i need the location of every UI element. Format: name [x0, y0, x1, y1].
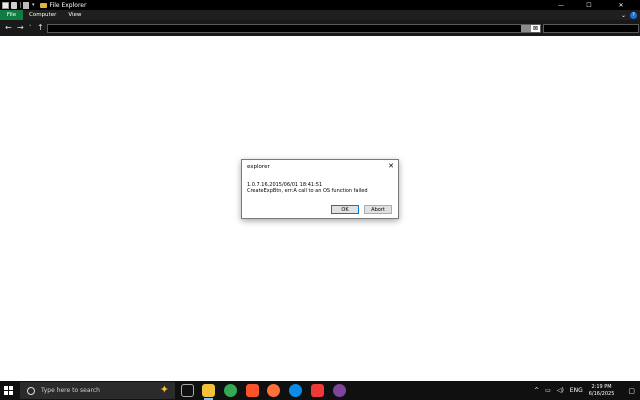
folder-icon: [39, 2, 47, 8]
undo-icon[interactable]: [23, 1, 29, 9]
back-button[interactable]: ←: [5, 24, 12, 32]
start-button[interactable]: [4, 386, 13, 395]
refresh-icon: ⊠: [532, 25, 539, 32]
clock[interactable]: 2:19 PM 6/16/2025: [589, 384, 615, 398]
properties-icon[interactable]: [2, 1, 9, 9]
vivaldi-icon[interactable]: [311, 384, 324, 397]
new-folder-icon[interactable]: [11, 1, 17, 9]
clock-time: 2:19 PM: [591, 383, 612, 390]
search-highlight-sparkle-icon[interactable]: ✦: [160, 384, 169, 396]
system-tray: ^ ▭ ◁) ENG 2:19 PM 6/16/2025 ▢: [534, 381, 640, 400]
firefox-icon[interactable]: [267, 384, 280, 397]
ribbon-tabs: File Computer View ⌄ ?: [0, 10, 640, 20]
expand-ribbon-chevron-icon[interactable]: ⌄: [621, 12, 626, 19]
ok-button[interactable]: OK: [331, 205, 359, 214]
network-icon[interactable]: ▭: [545, 387, 551, 394]
window-title: File Explorer: [49, 1, 87, 9]
close-window-button[interactable]: ✕: [608, 0, 634, 10]
taskbar: Type here to search ✦ ^ ▭ ◁) ENG 2:19 PM…: [0, 381, 640, 400]
tor-browser-icon[interactable]: [333, 384, 346, 397]
tab-view[interactable]: View: [62, 10, 87, 20]
windows-logo-icon: [4, 386, 8, 390]
abort-button[interactable]: Abort: [364, 205, 392, 214]
language-indicator[interactable]: ENG: [570, 387, 583, 394]
tab-computer[interactable]: Computer: [23, 10, 62, 20]
edge-icon[interactable]: [289, 384, 302, 397]
brave-icon[interactable]: [246, 384, 259, 397]
help-icon[interactable]: ?: [630, 11, 637, 19]
dialog-title: explorer: [247, 164, 270, 170]
task-view-icon[interactable]: [181, 384, 194, 397]
minimize-button[interactable]: —: [548, 0, 574, 10]
folder-search-input[interactable]: [543, 24, 639, 33]
recent-locations-icon[interactable]: ˅: [29, 24, 32, 32]
chrome-icon[interactable]: [224, 384, 237, 397]
search-icon: [27, 386, 35, 395]
clock-date: 6/16/2025: [588, 390, 615, 397]
taskbar-search[interactable]: Type here to search ✦: [20, 382, 175, 399]
address-bar[interactable]: [47, 24, 541, 33]
notification-icon[interactable]: ▢: [628, 387, 635, 395]
refresh-button[interactable]: ⊠: [531, 25, 540, 32]
dialog-close-button[interactable]: ✕: [388, 162, 394, 170]
address-dropdown-button[interactable]: [521, 25, 531, 32]
volume-icon[interactable]: ◁): [557, 387, 564, 394]
up-button[interactable]: ↑: [37, 24, 44, 32]
file-explorer-icon[interactable]: [202, 384, 215, 400]
error-dialog: explorer ✕ 1.0.7.16,2015/06/01 18:41:51 …: [241, 159, 399, 219]
tab-file[interactable]: File: [0, 10, 23, 20]
show-hidden-icons-chevron[interactable]: ^: [534, 387, 539, 394]
title-bar: ▾ File Explorer — ☐ ✕: [0, 0, 640, 10]
dialog-error-text: CreateExpBtn, err:A call to an OS functi…: [247, 188, 368, 194]
taskbar-search-placeholder: Type here to search: [41, 387, 100, 394]
forward-button[interactable]: →: [17, 24, 24, 32]
quick-access-divider: [20, 2, 21, 8]
quick-access-dropdown-icon[interactable]: ▾: [32, 2, 35, 8]
maximize-button[interactable]: ☐: [576, 0, 602, 10]
